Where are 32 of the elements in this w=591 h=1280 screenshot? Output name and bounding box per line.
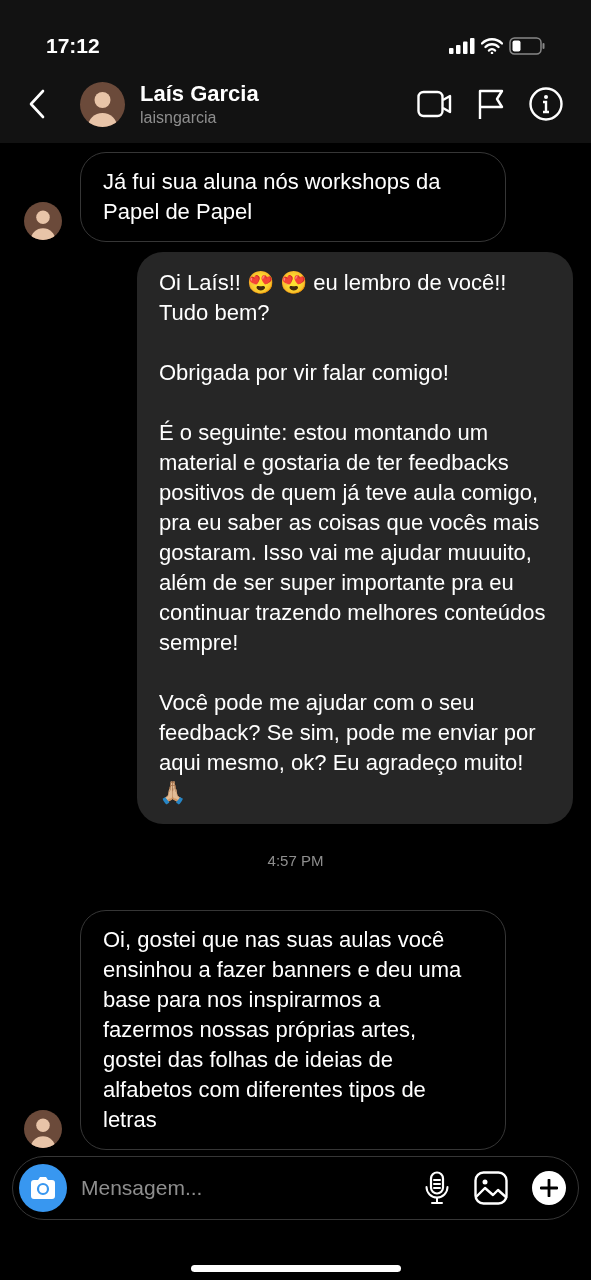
add-button[interactable] <box>532 1171 566 1205</box>
avatar[interactable] <box>24 1110 62 1148</box>
report-button[interactable] <box>477 88 505 120</box>
contact-name: Laís Garcia <box>140 80 259 108</box>
battery-icon <box>509 37 545 55</box>
gallery-button[interactable] <box>474 1171 508 1205</box>
message-text: Oi, gostei que nas suas aulas você ensinhou a fazer banners e deu uma base para nos inspirarmos a fazermos nossas próprias artes, gostei das folhas de ideias de alfabetos com diferentes tipos de letras <box>103 926 463 1134</box>
back-icon <box>28 89 46 119</box>
flag-icon <box>477 88 505 120</box>
avatar[interactable] <box>80 81 125 127</box>
message-text: Obrigada por vir falar comigo! <box>159 358 450 387</box>
signal-icon <box>449 38 475 54</box>
image-icon <box>474 1171 508 1205</box>
message-text: É o seguinte: estou montando um material e gostaria de ter feedbacks positivos de quem já teve aula comigo, pra eu saber as coisas que vocês mais gostaram. Isso vai me ajudar muuuito, além de ser super importante pra eu continuar trazendo melhores conteúdos sempre! <box>159 418 547 657</box>
plus-icon <box>540 1179 558 1197</box>
status-time: 17:12 <box>46 33 100 60</box>
video-call-button[interactable] <box>417 90 453 118</box>
message-timestamp: 4:57 PM <box>267 850 324 871</box>
wifi-icon <box>481 38 503 54</box>
message-text: Já fui sua aluna nós workshops da Papel de Papel <box>103 167 442 226</box>
video-camera-icon <box>417 90 453 118</box>
message-text: Oi Laís!! 😍 😍 eu lembro de você!! Tudo bem? <box>159 268 508 327</box>
microphone-icon <box>424 1171 450 1205</box>
message-input[interactable]: Mensagem... <box>81 1172 424 1204</box>
avatar[interactable] <box>24 201 62 240</box>
info-icon <box>529 87 563 121</box>
contact-username: laisngarcia <box>140 108 218 128</box>
camera-icon <box>29 1176 57 1200</box>
info-button[interactable] <box>529 87 563 121</box>
camera-button[interactable] <box>19 1164 67 1212</box>
message-text: Você pode me ajudar com o seu feedback? Se sim, pode me enviar por aqui mesmo, ok? Eu agradeço muito! 🙏🏼 <box>159 688 537 807</box>
microphone-button[interactable] <box>424 1171 450 1205</box>
